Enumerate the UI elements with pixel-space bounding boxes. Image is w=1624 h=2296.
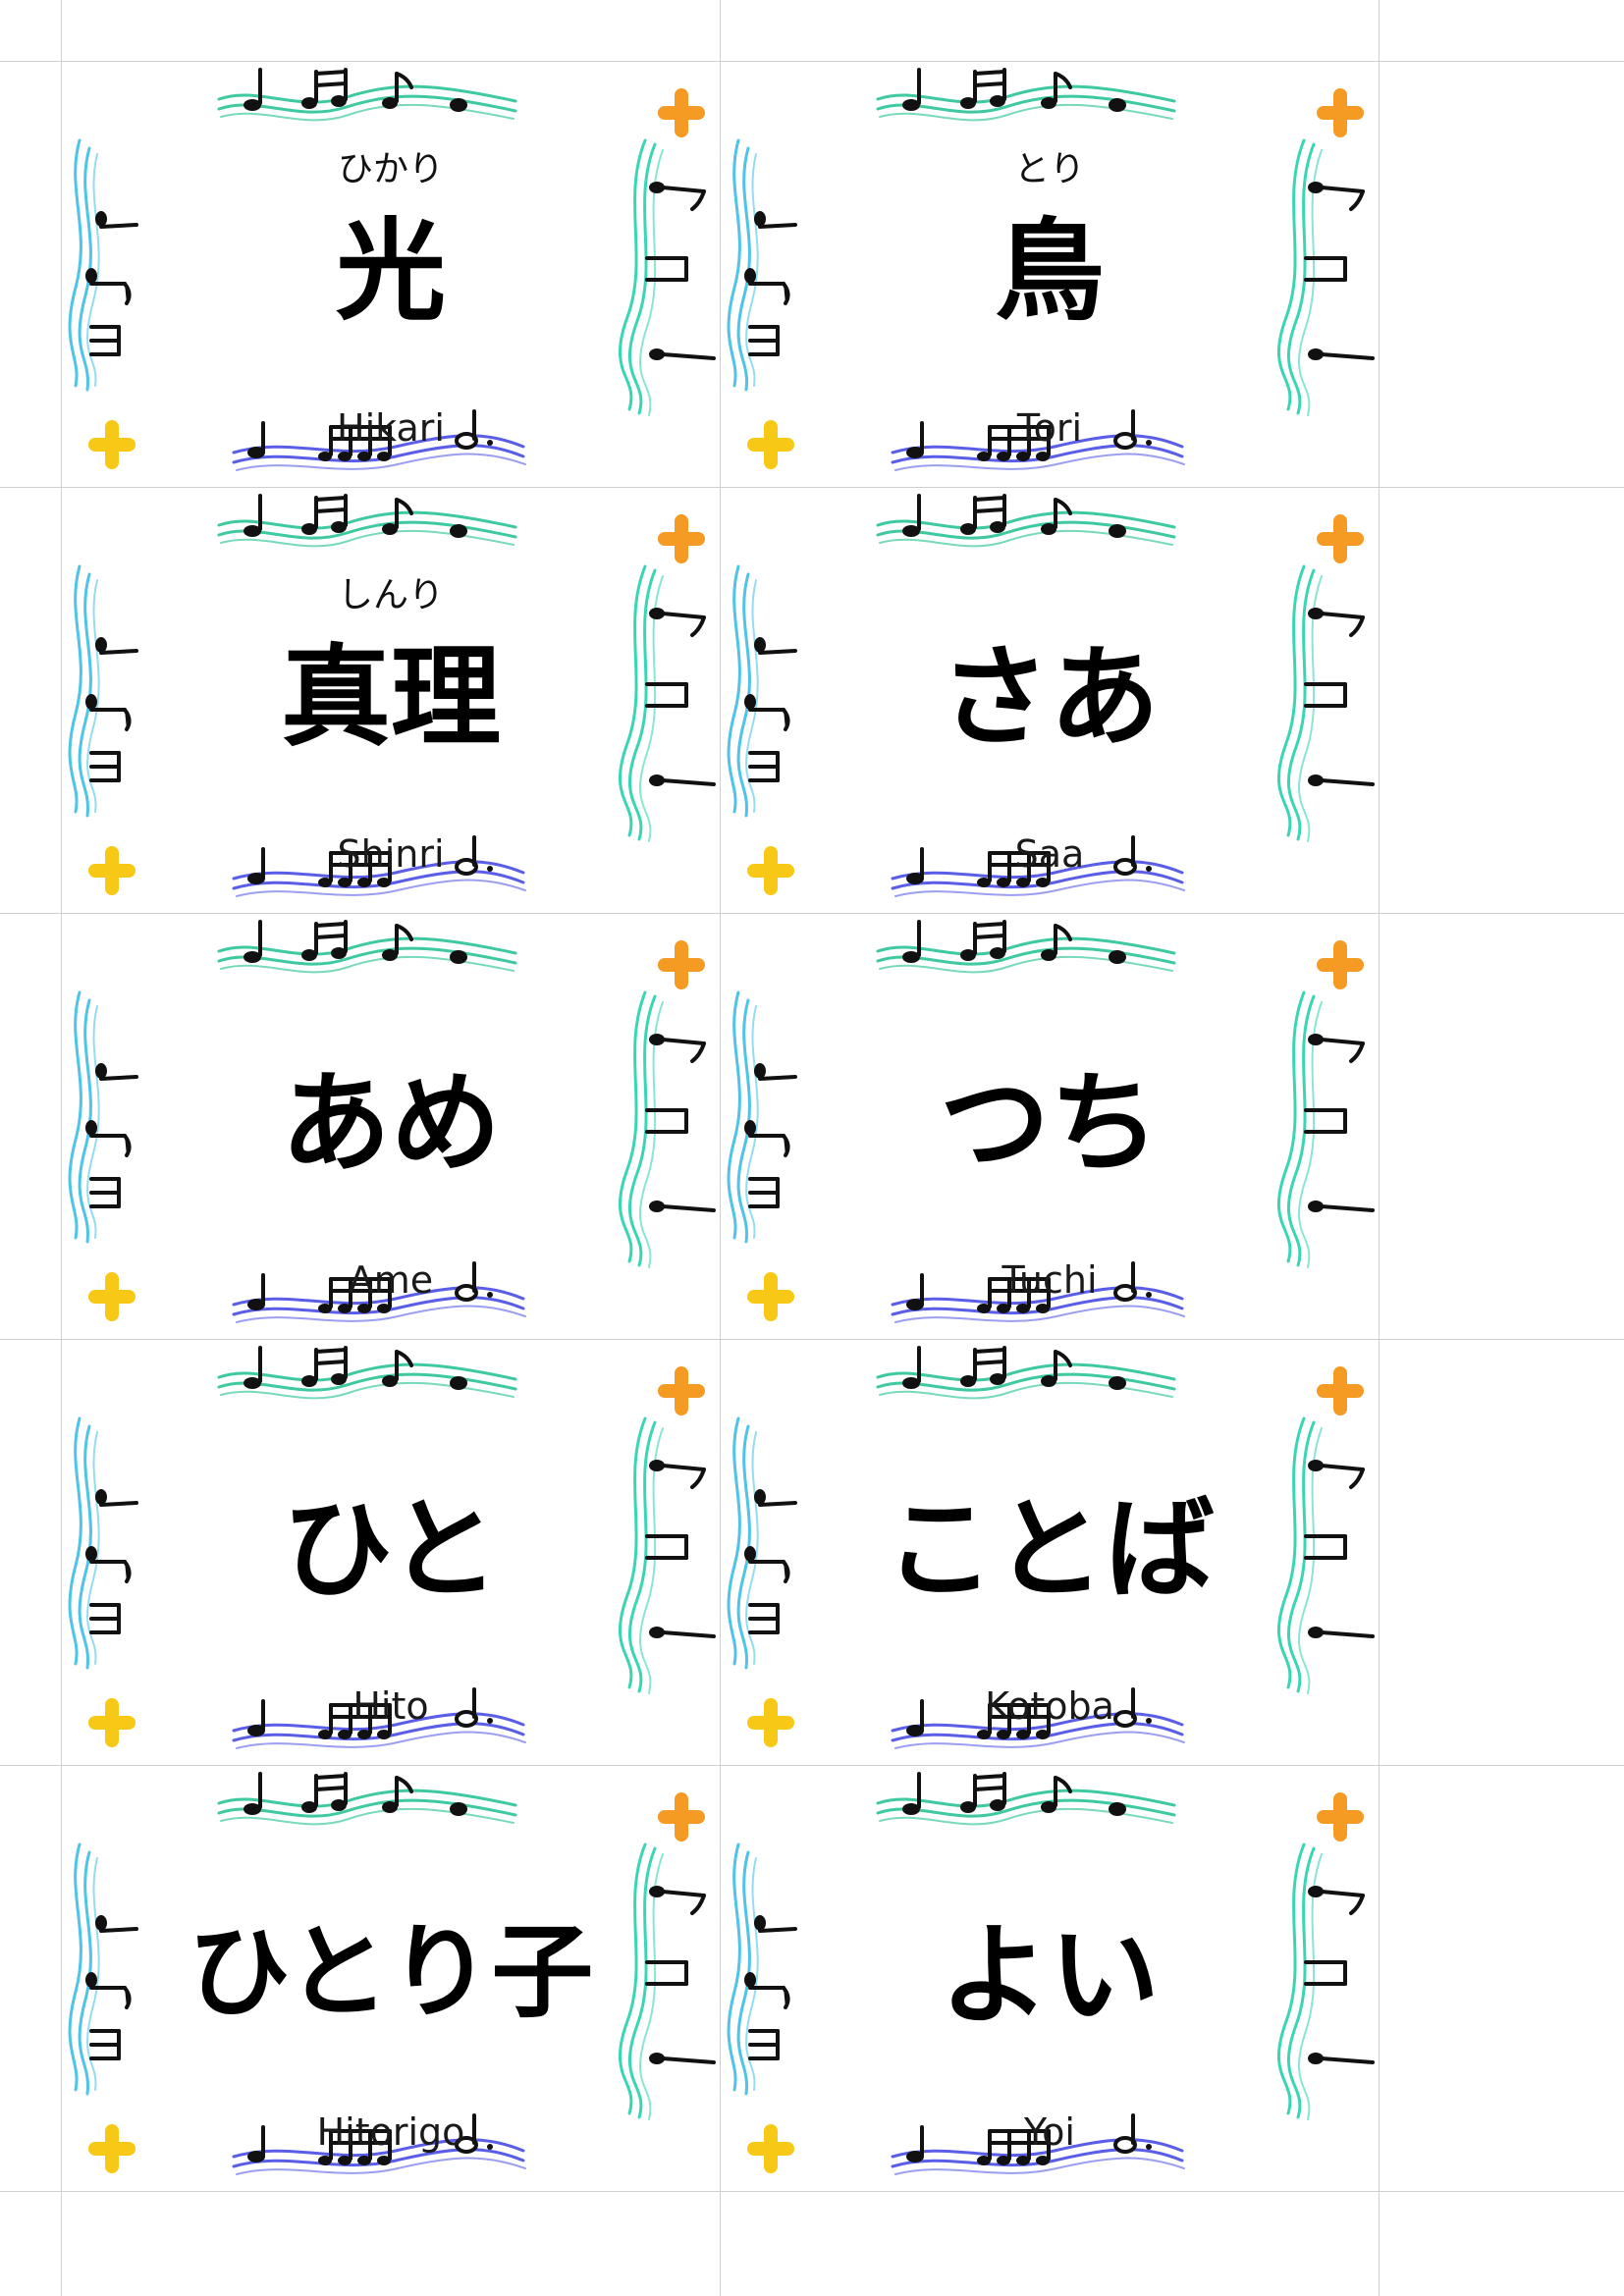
orange-cross-icon [658,88,705,137]
orange-cross-icon [658,1792,705,1842]
top-staff [217,84,517,122]
top-staff [217,1362,517,1400]
card-romaji: Hitorigo [316,2110,465,2154]
orange-cross-icon [658,940,705,989]
flash-card: ひとり子 Hitorigo [62,1766,720,2191]
flash-card: ひかり 光 Hikari [62,62,720,487]
flash-card: ことば Kotoba [721,1340,1379,1765]
card-word: 真理 [281,634,501,762]
orange-cross-icon [658,514,705,563]
orange-cross-icon [1317,88,1364,137]
top-staff [217,510,517,548]
card-romaji: Shinri [337,832,445,876]
cut-guide-vertical [1379,0,1380,2296]
flash-card: あめ Ame [62,914,720,1339]
card-word: さあ [940,634,1160,762]
card-reading: しんり [337,575,444,615]
orange-cross-icon [1317,1366,1364,1415]
card-word: ことば [885,1486,1215,1614]
card-romaji: Tuchi [1001,1258,1098,1302]
orange-cross-icon [1317,1792,1364,1842]
card-romaji: Saa [1014,832,1085,876]
card-word: 光 [336,208,446,336]
top-staff [217,936,517,974]
cut-guide-horizontal [0,2191,1624,2192]
flash-card: さあ Saa [721,488,1379,913]
card-word: ひと [282,1486,500,1614]
card-romaji: Tori [1016,406,1083,450]
card-romaji: Hikari [337,406,445,450]
card-romaji: Kotoba [985,1684,1114,1728]
flash-card: つち Tuchi [721,914,1379,1339]
top-staff [876,1789,1176,1826]
orange-cross-icon [1317,514,1364,563]
top-staff [876,936,1176,974]
top-staff [876,510,1176,548]
card-word: つち [940,1060,1160,1188]
card-word: あめ [281,1060,501,1188]
card-reading: ひかり [337,149,444,189]
flash-card: よい Yoi [721,1766,1379,2191]
orange-cross-icon [1317,940,1364,989]
card-word: よい [940,1912,1160,2040]
card-romaji: Yoi [1024,2110,1075,2154]
flash-card: ひと Hito [62,1340,720,1765]
card-word: ひとり子 [188,1912,594,2032]
card-reading: とり [1013,149,1085,189]
orange-cross-icon [658,1366,705,1415]
flash-card: しんり 真理 Shinri [62,488,720,913]
top-staff [217,1789,517,1826]
card-romaji: Ame [348,1258,434,1302]
card-word: 鳥 [995,208,1105,336]
flash-card: とり 鳥 Tori [721,62,1379,487]
card-romaji: Hito [352,1684,429,1728]
top-staff [876,1362,1176,1400]
top-staff [876,84,1176,122]
